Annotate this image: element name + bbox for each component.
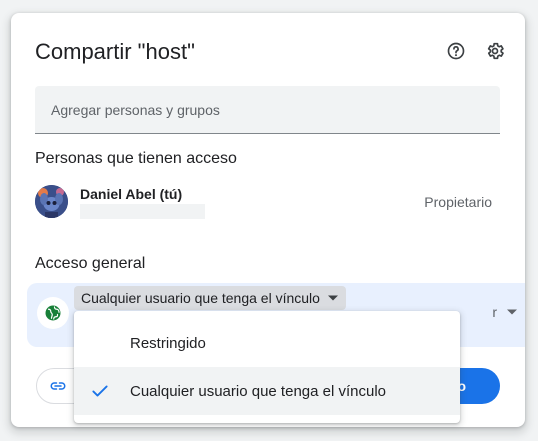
people-section-title: Personas que tienen acceso [35,150,237,167]
menu-item-restricted[interactable]: Restringido [74,319,460,367]
menu-item-label: Cualquier usuario que tenga el vínculo [130,382,387,400]
checkmark-icon [92,385,108,397]
person-name: Daniel Abel (tú) [80,186,183,202]
add-people-input[interactable] [35,86,500,134]
link-role-value: r [492,304,497,320]
person-email [80,204,205,219]
help-icon[interactable] [444,39,468,63]
general-access-value: Cualquier usuario que tenga el vínculo [81,290,320,306]
owner-role-label: Propietario [424,194,492,210]
access-options-menu: Restringido Cualquier usuario que tenga … [74,311,460,423]
general-access-dropdown[interactable]: Cualquier usuario que tenga el vínculo [74,286,346,310]
globe-icon [37,297,69,329]
menu-item-anyone-with-link[interactable]: Cualquier usuario que tenga el vínculo [74,367,460,415]
gear-icon[interactable] [483,39,507,63]
caret-down-icon [327,295,338,301]
dialog-title: Compartir "host" [35,39,195,64]
link-role-dropdown[interactable]: r [492,304,517,320]
avatar [35,185,68,218]
menu-item-label: Restringido [130,334,206,352]
link-icon [50,382,66,390]
caret-down-icon [507,309,517,315]
general-access-title: Acceso general [35,255,146,272]
